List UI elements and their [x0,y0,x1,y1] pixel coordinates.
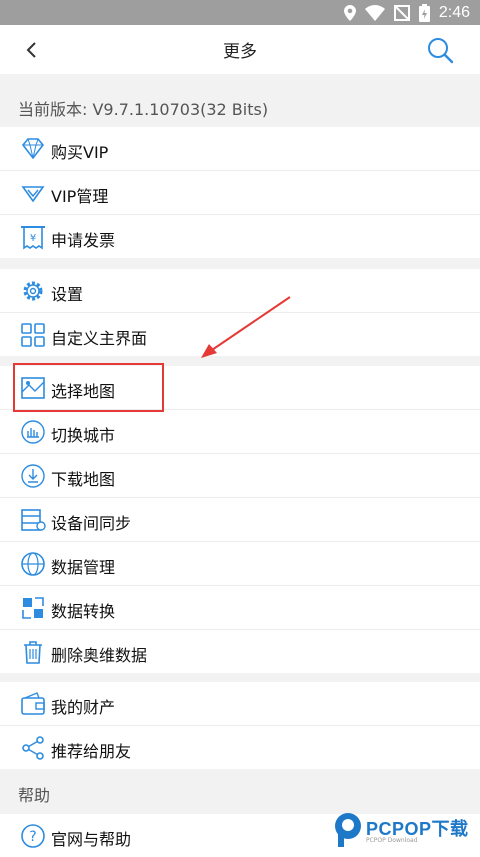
battery-icon [418,4,430,22]
menu-item-label: 购买VIP [51,143,109,162]
menu-item-label: 我的财产 [51,698,116,717]
vip-shield-icon [21,186,45,203]
help-icon: ? [21,824,45,848]
menu-item-label: 数据转换 [51,602,116,621]
svg-text:¥: ¥ [30,233,36,244]
menu-item-download-map[interactable]: 下载地图 [0,454,480,498]
menu-item-vip-manage[interactable]: VIP管理 [0,171,480,215]
menu-item-label: 设备间同步 [51,514,132,533]
menu-item-label: 数据管理 [51,558,116,577]
invoice-icon: ¥ [21,226,45,250]
watermark: PCPOP下载 PCPOP Download [330,807,480,853]
highlight-box [13,363,164,412]
menu-item-data-manage[interactable]: 数据管理 [0,542,480,586]
diamond-icon [21,138,45,160]
city-icon [21,420,45,444]
menu-item-delete-data[interactable]: 删除奥维数据 [0,630,480,673]
menu-item-label: 下载地图 [51,470,116,489]
download-icon [21,464,45,488]
status-time: 2:46 [438,4,470,21]
svg-text:?: ? [29,829,36,845]
menu-item-recommend[interactable]: 推荐给朋友 [0,726,480,769]
menu-item-label: 删除奥维数据 [51,646,148,665]
menu-group-personal: 我的财产 推荐给朋友 [0,682,480,769]
sync-icon [21,509,46,531]
menu-item-label: VIP管理 [51,187,109,206]
status-bar: 2:46 [0,0,480,25]
search-icon[interactable] [426,36,454,64]
page-title: 更多 [223,42,257,62]
wallet-icon [21,692,45,715]
menu-item-label: 自定义主界面 [51,329,148,348]
version-info: 当前版本: V9.7.1.10703(32 Bits) [0,74,480,126]
menu-item-device-sync[interactable]: 设备间同步 [0,498,480,542]
menu-item-invoice[interactable]: ¥ 申请发票 [0,215,480,258]
menu-item-label: 申请发票 [51,231,116,250]
menu-item-switch-city[interactable]: 切换城市 [0,410,480,454]
menu-item-label: 官网与帮助 [51,830,132,849]
wifi-icon [364,5,385,21]
watermark-sub: PCPOP Download [366,837,418,844]
trash-icon [24,641,42,664]
menu-item-data-convert[interactable]: 数据转换 [0,586,480,630]
globe-icon [21,552,45,576]
menu-item-label: 切换城市 [51,426,116,445]
share-icon [22,736,44,760]
annotation-arrow-icon [201,296,291,358]
menu-item-label: 设置 [51,285,84,304]
grid-icon [21,323,45,347]
version-text: 当前版本: V9.7.1.10703(32 Bits) [18,100,269,119]
help-header-text: 帮助 [18,786,51,805]
menu-item-buy-vip[interactable]: 购买VIP [0,127,480,171]
menu-group-map: 选择地图 切换城市 下载地图 设备间同步 数据管理 数据转换 删除奥维数据 [0,366,480,673]
menu-item-label: 推荐给朋友 [51,742,132,761]
watermark-logo-icon [335,813,361,847]
no-sim-icon [393,5,410,21]
convert-icon [22,597,44,619]
top-app-bar: 更多 [0,25,480,74]
location-icon [343,5,356,21]
menu-group-vip: 购买VIP VIP管理 ¥ 申请发票 [0,127,480,258]
gear-icon [23,281,43,301]
menu-item-my-assets[interactable]: 我的财产 [0,682,480,726]
